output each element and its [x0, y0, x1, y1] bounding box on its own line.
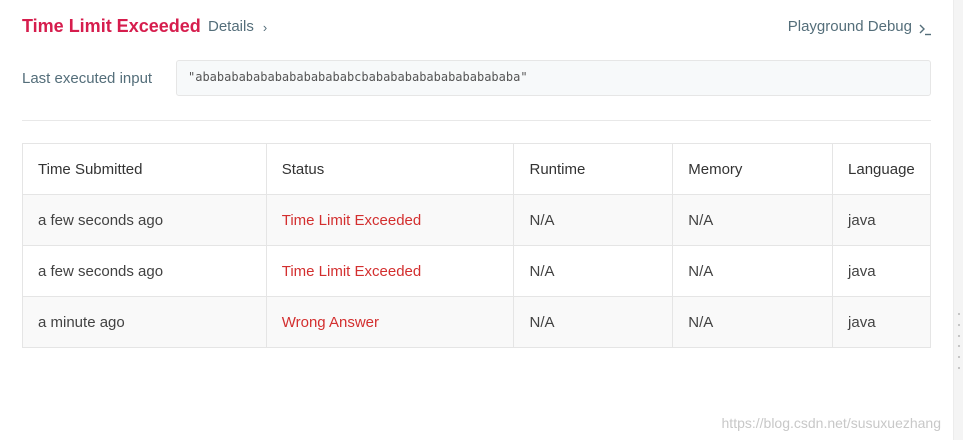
chevron-right-icon: › [262, 20, 268, 35]
cell-language: java [832, 245, 931, 297]
submissions-table: Time Submitted Status Runtime Memory Lan… [22, 143, 931, 348]
table-row: a few seconds ago Time Limit Exceeded N/… [22, 245, 931, 297]
terminal-icon [919, 22, 931, 36]
cell-runtime: N/A [513, 194, 674, 246]
table-header-row: Time Submitted Status Runtime Memory Lan… [22, 143, 931, 195]
last-executed-input-label: Last executed input [22, 70, 153, 87]
result-status-title: Time Limit Exceeded [22, 16, 201, 36]
cell-memory: N/A [672, 245, 834, 297]
cell-status-link[interactable]: Time Limit Exceeded [265, 245, 515, 297]
page: Time Limit Exceeded Details › Playground… [0, 0, 963, 440]
last-executed-input-value[interactable]: "abababababababababababcbabababababababa… [176, 60, 931, 96]
cell-language: java [832, 194, 931, 246]
cell-time-submitted: a few seconds ago [22, 194, 267, 246]
submission-panel: Time Limit Exceeded Details › Playground… [0, 0, 953, 440]
cell-time-submitted: a minute ago [22, 296, 267, 348]
details-link[interactable]: Details › [208, 18, 267, 35]
header-memory: Memory [672, 143, 834, 195]
cell-language: java [832, 296, 931, 348]
table-row: a few seconds ago Time Limit Exceeded N/… [22, 194, 931, 246]
result-header: Time Limit Exceeded Details › Playground… [22, 14, 931, 42]
drag-grip-icon [957, 313, 960, 369]
cell-runtime: N/A [513, 296, 674, 348]
cell-memory: N/A [672, 296, 834, 348]
cell-time-submitted: a few seconds ago [22, 245, 267, 297]
cell-runtime: N/A [513, 245, 674, 297]
header-time-submitted: Time Submitted [22, 143, 267, 195]
header-language: Language [832, 143, 931, 195]
playground-debug-label: Playground Debug [787, 18, 912, 35]
divider [22, 120, 931, 121]
last-executed-input-row: Last executed input "abababababababababa… [22, 60, 931, 98]
playground-debug-link[interactable]: Playground Debug [788, 18, 931, 35]
cell-memory: N/A [672, 194, 834, 246]
table-row: a minute ago Wrong Answer N/A N/A java [22, 296, 931, 348]
cell-status-link[interactable]: Time Limit Exceeded [265, 194, 515, 246]
cell-status-link[interactable]: Wrong Answer [265, 296, 515, 348]
header-status: Status [265, 143, 515, 195]
header-runtime: Runtime [513, 143, 674, 195]
details-label: Details [208, 18, 254, 35]
pane-resize-handle[interactable] [953, 0, 963, 440]
watermark: https://blog.csdn.net/susuxuezhang [721, 415, 941, 431]
